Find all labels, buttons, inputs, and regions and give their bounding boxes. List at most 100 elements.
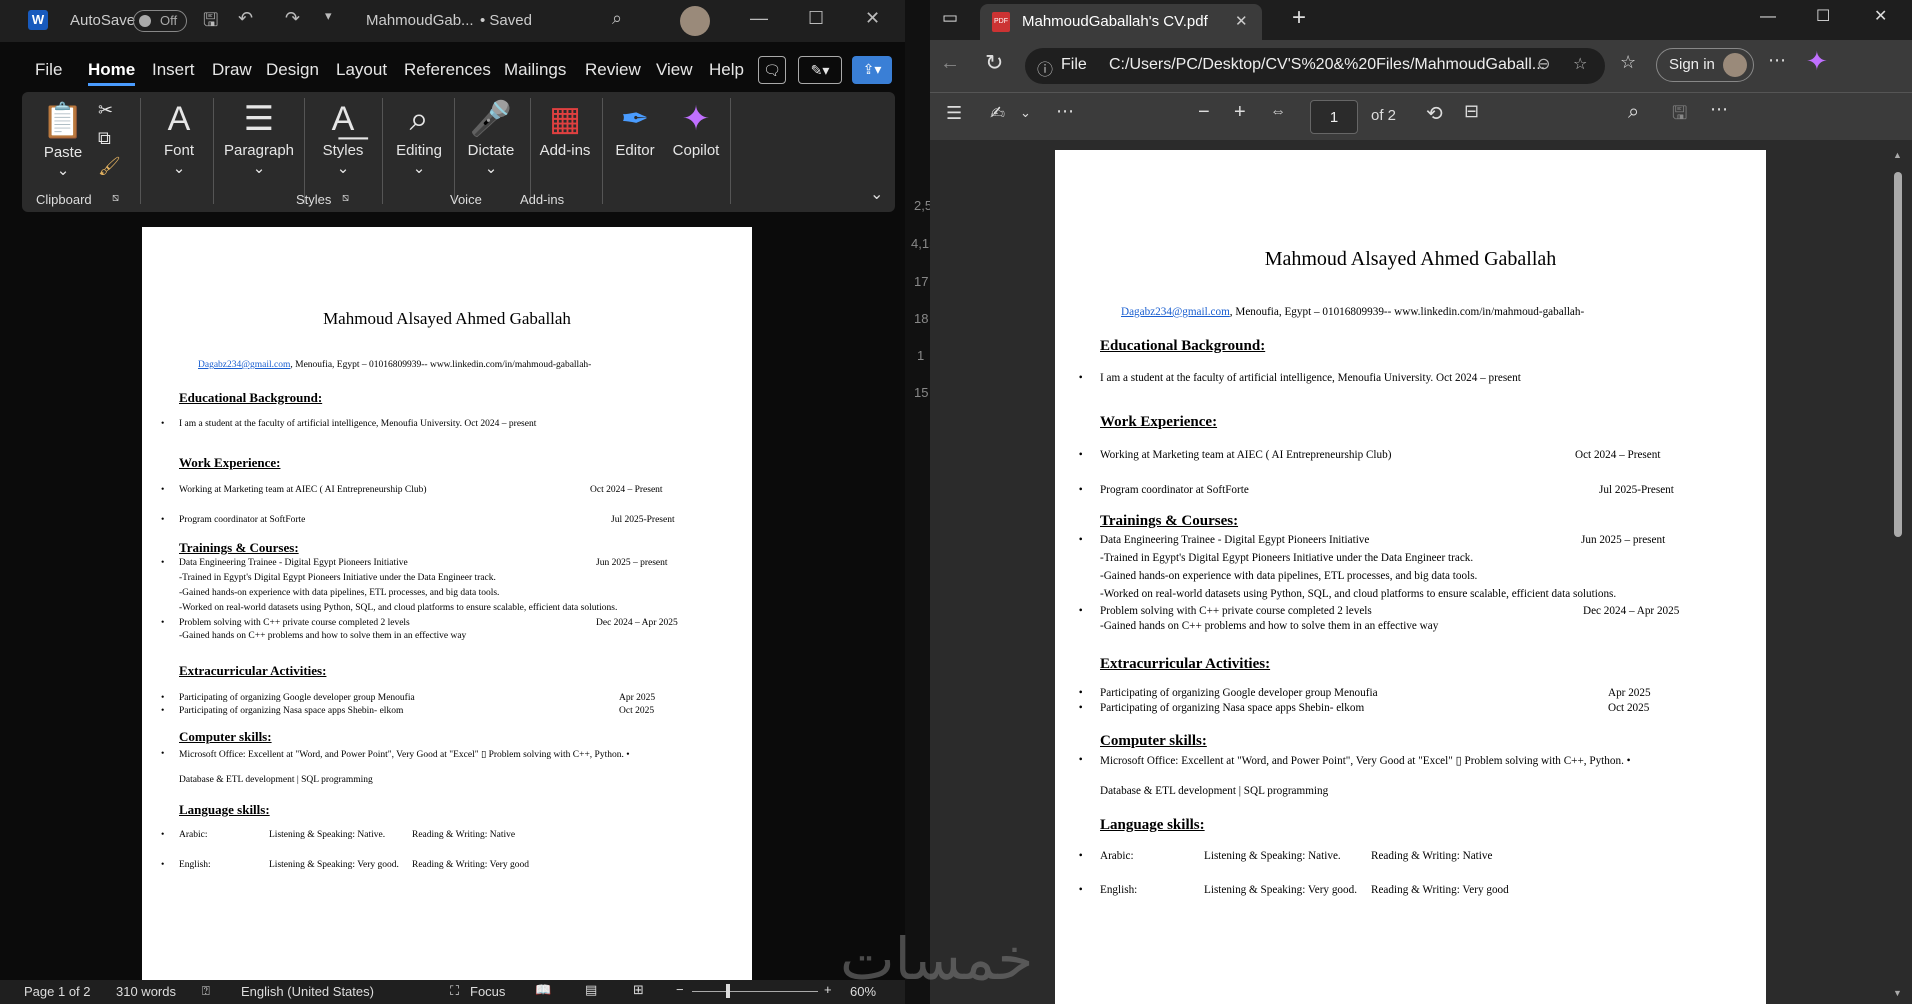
refresh-icon[interactable]: ↻ — [985, 50, 1003, 76]
zoom-icon[interactable]: ⊖ — [1537, 54, 1550, 74]
paste-button[interactable]: 📋 Paste ⌄ — [38, 98, 88, 179]
cv-extra-item: Participating of organizing Nasa space a… — [161, 706, 403, 716]
tab-references[interactable]: References — [404, 60, 491, 80]
font-icon: A — [167, 100, 191, 138]
addins-button[interactable]: ▦ Add-ins — [534, 96, 596, 159]
tab-view[interactable]: View — [656, 60, 693, 80]
minimize-icon[interactable]: — — [1760, 8, 1776, 26]
cv-email-link[interactable]: Dagabz234@gmail.com — [1121, 306, 1230, 318]
more-icon[interactable]: ⋯ — [1768, 50, 1786, 71]
browser-tab[interactable]: PDF MahmoudGaballah's CV.pdf ✕ — [980, 4, 1262, 40]
comments-icon[interactable]: 🗨 — [758, 56, 786, 84]
maximize-icon[interactable]: ☐ — [808, 8, 824, 29]
customize-qat-icon[interactable]: ▾ — [325, 8, 332, 24]
page-view-icon[interactable]: ⊟ — [1464, 101, 1479, 122]
page-number-input[interactable] — [1310, 100, 1358, 134]
save-icon[interactable]: 🖫 — [203, 8, 218, 38]
tab-home[interactable]: Home — [88, 60, 136, 86]
tab-file[interactable]: File — [35, 60, 62, 80]
favorite-star-icon[interactable]: ☆ — [1573, 54, 1587, 74]
tab-insert[interactable]: Insert — [152, 60, 195, 80]
styles-launcher-icon[interactable]: ⧅ — [342, 192, 349, 205]
pdf-scrollbar[interactable]: ▲ ▼ — [1890, 150, 1904, 1004]
search-icon[interactable]: ⌕ — [612, 8, 622, 29]
format-painter-icon[interactable]: 🖌 — [98, 156, 121, 177]
zoom-out-icon[interactable]: − — [1198, 101, 1210, 124]
zoom-slider[interactable] — [692, 991, 818, 992]
minimize-icon[interactable]: — — [750, 8, 768, 29]
language-status[interactable]: English (United States) — [241, 984, 374, 999]
search-icon[interactable]: ⌕ — [1628, 101, 1639, 124]
contents-icon[interactable]: ☰ — [946, 103, 962, 124]
autosave-toggle[interactable]: Off — [133, 10, 187, 32]
tab-review[interactable]: Review — [585, 60, 641, 80]
print-layout-icon[interactable]: ▤ — [585, 982, 597, 998]
fit-page-icon[interactable]: ⇔ — [1270, 103, 1286, 121]
tab-layout[interactable]: Layout — [336, 60, 387, 80]
zoom-slider-thumb[interactable] — [726, 984, 730, 998]
new-tab-icon[interactable]: + — [1292, 4, 1306, 32]
paragraph-button[interactable]: ☰ Paragraph ⌄ — [218, 96, 300, 177]
ribbon: 📋 Paste ⌄ ✂ ⧉ 🖌 A Font ⌄ ☰ Paragraph ⌄ A͟ Style… — [22, 92, 895, 212]
proofing-icon[interactable]: ⍰ — [202, 983, 210, 999]
more-tools-icon[interactable]: ⋯ — [1056, 101, 1074, 122]
copy-icon[interactable]: ⧉ — [98, 128, 111, 149]
copilot-button[interactable]: ✦ Copilot — [668, 96, 724, 159]
editing-mode-icon[interactable]: ✎▾ — [798, 56, 842, 84]
sign-in-button[interactable]: Sign in — [1656, 48, 1754, 82]
highlight-icon[interactable]: ✍ — [990, 103, 1005, 124]
close-tab-icon[interactable]: ✕ — [1235, 12, 1248, 30]
styles-button[interactable]: A͟ Styles ⌄ — [308, 96, 378, 177]
maximize-icon[interactable]: ☐ — [1816, 6, 1830, 26]
cv-edu-item: I am a student at the faculty of artific… — [161, 419, 536, 429]
save-icon[interactable]: 🖫 — [1672, 101, 1687, 131]
collapse-ribbon-icon[interactable]: ⌄ — [870, 184, 883, 204]
document-title[interactable]: MahmoudGab... — [366, 12, 474, 29]
page-count[interactable]: Page 1 of 2 — [24, 984, 91, 999]
tab-help[interactable]: Help — [709, 60, 744, 80]
cv-email-link[interactable]: Dagabz234@gmail.com — [198, 360, 290, 370]
close-icon[interactable]: ✕ — [1874, 6, 1887, 26]
cv-comp-detail: Database & ETL development | SQL program… — [1100, 785, 1329, 797]
tab-mailings[interactable]: Mailings — [504, 60, 566, 80]
close-icon[interactable]: ✕ — [865, 8, 880, 29]
clipboard-launcher-icon[interactable]: ⧅ — [112, 192, 119, 205]
undo-icon[interactable]: ↶ — [238, 8, 253, 29]
editor-button[interactable]: ✒ Editor — [608, 96, 662, 159]
redo-icon[interactable]: ↷ — [285, 8, 300, 29]
pdf-page[interactable]: Mahmoud Alsayed Ahmed Gaballah Dagabz234… — [1055, 150, 1766, 1004]
focus-icon[interactable]: ⛶ — [450, 983, 459, 999]
share-icon[interactable]: ⇪▾ — [852, 56, 892, 84]
url-field[interactable]: ⓘ File C:/Users/PC/Desktop/CV'S%20&%20Fi… — [1025, 48, 1605, 84]
cv-work-date: Jul 2025-Present — [611, 515, 675, 525]
scroll-down-icon[interactable]: ▼ — [1893, 988, 1902, 998]
tab-draw[interactable]: Draw — [212, 60, 252, 80]
zoom-in-icon[interactable]: + — [1234, 101, 1246, 124]
cv-train-detail: -Worked on real-world datasets using Pyt… — [179, 603, 618, 613]
tab-actions-icon[interactable]: ▭ — [942, 8, 958, 28]
settings-more-icon[interactable]: ⋯ — [1710, 99, 1728, 120]
zoom-out-icon[interactable]: − — [676, 982, 684, 997]
dictate-button[interactable]: 🎤 Dictate ⌄ — [458, 96, 524, 177]
zoom-in-icon[interactable]: + — [824, 982, 832, 997]
word-document-page[interactable]: Mahmoud Alsayed Ahmed Gaballah Dagabz234… — [142, 227, 752, 1004]
editing-button[interactable]: ⌕ Editing ⌄ — [386, 96, 452, 177]
copilot-icon[interactable]: ✦ — [1806, 46, 1828, 77]
web-layout-icon[interactable]: ⊞ — [633, 982, 644, 998]
back-icon[interactable]: ← — [940, 52, 960, 75]
word-count[interactable]: 310 words — [116, 984, 176, 999]
tab-design[interactable]: Design — [266, 60, 319, 80]
read-mode-icon[interactable]: 📖 — [535, 982, 551, 998]
chevron-down-icon[interactable]: ⌄ — [1020, 105, 1031, 121]
cv-lang-writing: Reading & Writing: Native — [412, 830, 516, 840]
info-icon[interactable]: ⓘ — [1037, 56, 1053, 80]
scroll-up-icon[interactable]: ▲ — [1893, 150, 1902, 160]
scrollbar-thumb[interactable] — [1894, 172, 1902, 537]
focus-label[interactable]: Focus — [470, 984, 505, 999]
cut-icon[interactable]: ✂ — [98, 100, 113, 121]
avatar[interactable] — [680, 6, 710, 36]
font-button[interactable]: A Font ⌄ — [147, 96, 211, 177]
cv-edu-heading: Educational Background: — [1100, 338, 1266, 354]
rotate-icon[interactable]: ⟲ — [1426, 101, 1443, 126]
favorites-icon[interactable]: ☆ — [1620, 52, 1636, 73]
